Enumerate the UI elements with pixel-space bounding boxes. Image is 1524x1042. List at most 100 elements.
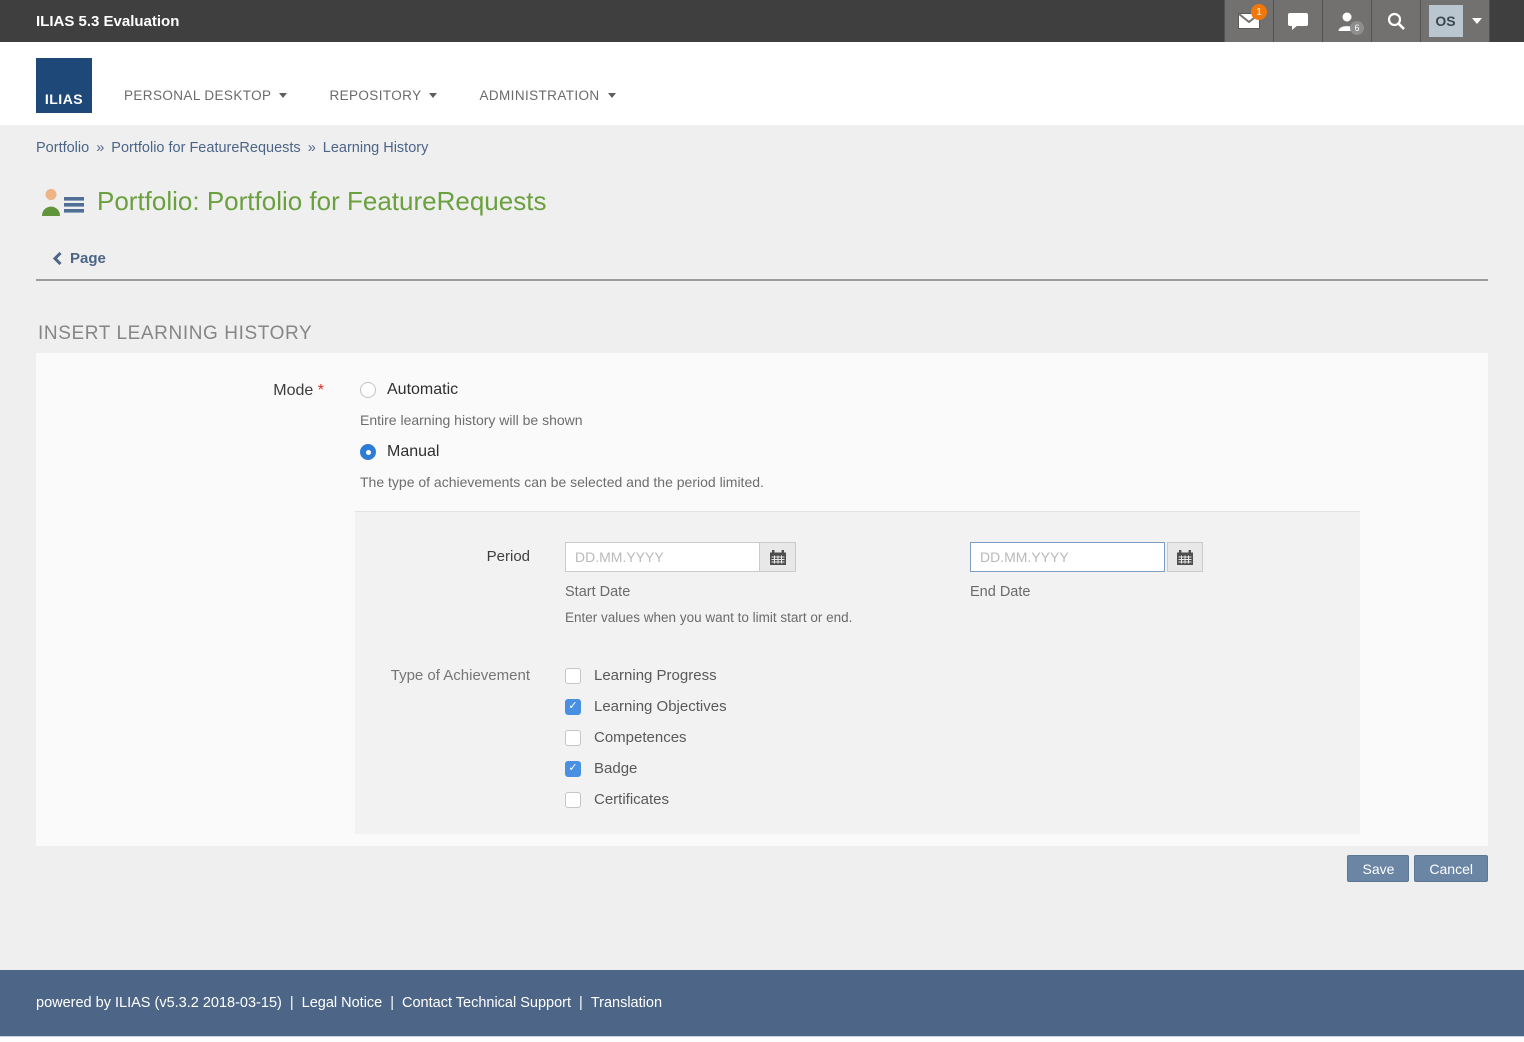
chevron-left-icon [53, 252, 62, 265]
achievement-option: Competences [565, 727, 1360, 748]
top-bar: ILIAS 5.3 Evaluation 1 6 [0, 0, 1524, 42]
checkbox-badge[interactable] [565, 761, 581, 777]
checkbox-label[interactable]: Learning Progress [594, 667, 717, 684]
footer-separator: | [390, 995, 394, 1011]
breadcrumb-learning-history[interactable]: Learning History [323, 140, 429, 156]
translation-link[interactable]: Translation [591, 995, 662, 1011]
page-root: ILIAS 5.3 Evaluation 1 6 [0, 0, 1524, 1042]
period-help-text: Enter values when you want to limit star… [565, 610, 970, 625]
nav-administration[interactable]: ADMINISTRATION [479, 88, 615, 103]
chevron-down-icon [429, 93, 437, 98]
footer-separator: | [579, 995, 583, 1011]
nav-label: PERSONAL DESKTOP [124, 88, 271, 103]
achievement-option: Learning Objectives [565, 696, 1360, 717]
breadcrumb: Portfolio » Portfolio for FeatureRequests »… [0, 125, 1524, 156]
main-header: ILIAS PERSONAL DESKTOP REPOSITORY ADMINI… [0, 42, 1524, 125]
page-title-row: Portfolio: Portfolio for FeatureRequests [40, 186, 1488, 217]
mode-row: Mode * Automatic Entire learning history… [36, 381, 1488, 834]
checkbox-label[interactable]: Learning Objectives [594, 698, 727, 715]
checkbox-label[interactable]: Badge [594, 760, 637, 777]
breadcrumb-separator: » [96, 140, 104, 156]
tab-bar: Page [36, 250, 1488, 281]
contacts-button[interactable]: 6 [1322, 0, 1371, 42]
radio-manual[interactable] [360, 444, 376, 460]
checkbox-label[interactable]: Certificates [594, 791, 669, 808]
end-date-input[interactable] [970, 542, 1165, 572]
nav-personal-desktop[interactable]: PERSONAL DESKTOP [124, 88, 287, 103]
start-date-label: Start Date [565, 584, 970, 600]
calendar-icon [1177, 550, 1193, 565]
avatar: OS [1429, 5, 1463, 37]
type-of-achievement-label: Type of Achievement [355, 665, 530, 820]
manual-description: The type of achievements can be selected… [360, 474, 1488, 490]
end-date-label: End Date [970, 584, 1375, 600]
back-link-label: Page [70, 250, 106, 267]
chevron-down-icon [279, 93, 287, 98]
bottom-strip [0, 1036, 1524, 1042]
end-date-calendar-button[interactable] [1167, 542, 1203, 572]
portfolio-icon [40, 188, 84, 216]
checkbox-learning-progress[interactable] [565, 668, 581, 684]
achievement-option: Learning Progress [565, 665, 1360, 686]
section-heading: INSERT LEARNING HISTORY [38, 323, 1488, 345]
breadcrumb-portfolio[interactable]: Portfolio [36, 140, 89, 156]
user-menu-button[interactable]: OS [1420, 0, 1490, 42]
nav-label: REPOSITORY [329, 88, 421, 103]
automatic-description: Entire learning history will be shown [360, 412, 1488, 428]
footer-separator: | [290, 995, 294, 1011]
chat-icon [1288, 13, 1308, 30]
checkbox-label[interactable]: Competences [594, 729, 687, 746]
logo-text: ILIAS [45, 91, 83, 107]
manual-settings-subpanel: Period [355, 511, 1360, 834]
breadcrumb-portfolio-featurerequests[interactable]: Portfolio for FeatureRequests [111, 140, 300, 156]
achievement-options: Learning Progress Learning Objectives Co… [565, 665, 1360, 820]
chevron-down-icon [1472, 18, 1482, 24]
chevron-down-icon [608, 93, 616, 98]
topbar-icon-group: 1 6 OS [1224, 0, 1490, 42]
mail-button[interactable]: 1 [1224, 0, 1273, 42]
end-date-group: End Date [970, 542, 1375, 625]
ilias-logo[interactable]: ILIAS [36, 58, 92, 113]
checkbox-learning-objectives[interactable] [565, 699, 581, 715]
app-title: ILIAS 5.3 Evaluation [0, 13, 179, 30]
chat-button[interactable] [1273, 0, 1322, 42]
main-nav: PERSONAL DESKTOP REPOSITORY ADMINISTRATI… [124, 88, 616, 103]
insert-learning-history-form: Mode * Automatic Entire learning history… [36, 353, 1488, 846]
required-marker: * [318, 382, 324, 399]
nav-label: ADMINISTRATION [479, 88, 599, 103]
start-date-calendar-button[interactable] [760, 542, 796, 572]
period-label: Period [355, 542, 530, 625]
search-icon [1387, 12, 1405, 30]
radio-manual-label[interactable]: Manual [387, 443, 439, 461]
nav-repository[interactable]: REPOSITORY [329, 88, 437, 103]
search-button[interactable] [1371, 0, 1420, 42]
contact-support-link[interactable]: Contact Technical Support [402, 995, 571, 1011]
radio-automatic[interactable] [360, 382, 376, 398]
page-title: Portfolio: Portfolio for FeatureRequests [97, 186, 546, 217]
breadcrumb-separator: » [308, 140, 316, 156]
mode-label: Mode * [36, 381, 324, 834]
period-row: Period [355, 542, 1360, 625]
powered-by-link[interactable]: powered by ILIAS (v5.3.2 2018-03-15) [36, 995, 282, 1011]
type-of-achievement-row: Type of Achievement Learning Progress Le… [355, 665, 1360, 820]
contacts-badge: 6 [1350, 21, 1364, 35]
radio-automatic-label[interactable]: Automatic [387, 381, 458, 399]
mode-options: Automatic Entire learning history will b… [360, 381, 1488, 834]
back-to-page-link[interactable]: Page [53, 250, 106, 267]
checkbox-competences[interactable] [565, 730, 581, 746]
legal-notice-link[interactable]: Legal Notice [302, 995, 383, 1011]
start-date-input[interactable] [565, 542, 760, 572]
cancel-button[interactable]: Cancel [1414, 855, 1488, 882]
form-actions: Save Cancel [0, 855, 1488, 882]
footer: powered by ILIAS (v5.3.2 2018-03-15) | Leg… [0, 970, 1524, 1036]
achievement-option: Certificates [565, 789, 1360, 810]
save-button[interactable]: Save [1347, 855, 1409, 882]
calendar-icon [770, 550, 786, 565]
start-date-group: Start Date Enter values when you want to… [565, 542, 970, 625]
mail-badge: 1 [1251, 4, 1267, 20]
achievement-option: Badge [565, 758, 1360, 779]
mode-option-manual: Manual [360, 443, 1488, 461]
mode-option-automatic: Automatic [360, 381, 1488, 399]
period-controls: Start Date Enter values when you want to… [565, 542, 1375, 625]
checkbox-certificates[interactable] [565, 792, 581, 808]
